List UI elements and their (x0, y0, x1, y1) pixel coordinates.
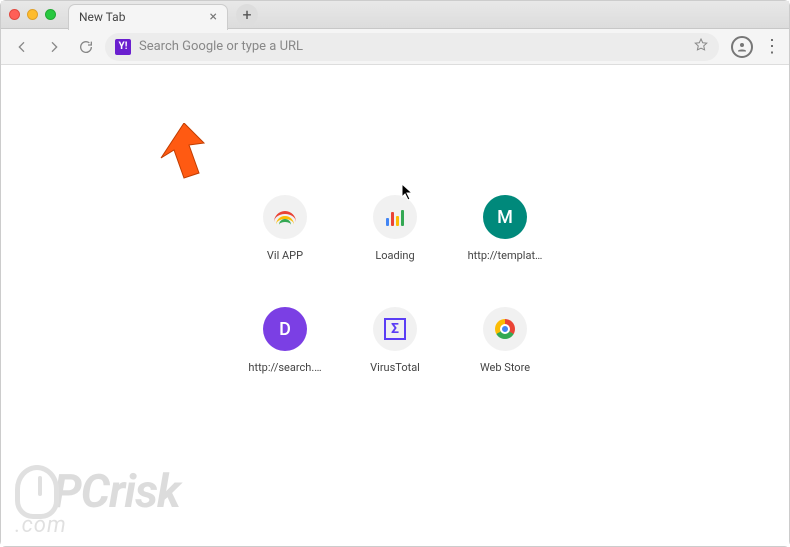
bookmark-star-icon[interactable] (693, 37, 709, 57)
window-titlebar: New Tab × + (1, 1, 789, 29)
tab-strip: New Tab × + (68, 1, 258, 29)
tab-title: New Tab (79, 10, 125, 24)
arrow-left-icon (14, 39, 30, 55)
close-tab-icon[interactable]: × (210, 9, 217, 25)
page-content: Vil APP Loading Mhttp://templat… Dhttp://se… (1, 65, 789, 546)
cursor-icon (401, 183, 415, 201)
new-tab-button[interactable]: + (236, 4, 258, 26)
shortcut-tile[interactable]: Dhttp://search.… (230, 307, 340, 407)
shortcut-label: Loading (375, 249, 414, 262)
shortcut-icon (483, 307, 527, 351)
shortcut-icon: D (263, 307, 307, 351)
address-bar[interactable]: Y! Search Google or type a URL (105, 33, 719, 61)
shortcut-tile[interactable]: Web Store (450, 307, 560, 407)
window-controls (9, 9, 56, 20)
forward-button[interactable] (41, 34, 67, 60)
browser-toolbar: Y! Search Google or type a URL ⋮ (1, 29, 789, 65)
profile-button[interactable] (731, 36, 753, 58)
person-icon (736, 41, 748, 53)
toolbar-right: ⋮ (725, 36, 781, 58)
shortcut-tile[interactable]: Σ VirusTotal (340, 307, 450, 407)
close-window-button[interactable] (9, 9, 20, 20)
shortcut-label: VirusTotal (370, 361, 420, 374)
shortcut-label: http://templat… (468, 249, 543, 262)
watermark-brand: PCrisk (53, 465, 180, 519)
shortcut-label: Vil APP (267, 249, 303, 262)
shortcut-icon (373, 195, 417, 239)
address-placeholder: Search Google or type a URL (139, 39, 303, 54)
watermark: PCrisk .com (15, 465, 180, 538)
reload-icon (78, 39, 94, 55)
shortcut-icon (263, 195, 307, 239)
site-engine-icon: Y! (115, 39, 131, 55)
shortcut-label: http://search.… (248, 361, 321, 374)
shortcut-icon: M (483, 195, 527, 239)
minimize-window-button[interactable] (27, 9, 38, 20)
browser-tab[interactable]: New Tab × (68, 4, 228, 30)
maximize-window-button[interactable] (45, 9, 56, 20)
reload-button[interactable] (73, 34, 99, 60)
menu-button[interactable]: ⋮ (763, 38, 781, 56)
shortcut-tile[interactable]: Vil APP (230, 195, 340, 295)
back-button[interactable] (9, 34, 35, 60)
arrow-right-icon (46, 39, 62, 55)
annotation-arrow-icon (139, 123, 209, 193)
mouse-icon (15, 465, 59, 519)
shortcut-icon: Σ (373, 307, 417, 351)
shortcuts-grid: Vil APP Loading Mhttp://templat… Dhttp://se… (230, 195, 560, 407)
shortcut-label: Web Store (480, 361, 530, 374)
shortcut-tile[interactable]: Mhttp://templat… (450, 195, 560, 295)
shortcut-tile[interactable]: Loading (340, 195, 450, 295)
